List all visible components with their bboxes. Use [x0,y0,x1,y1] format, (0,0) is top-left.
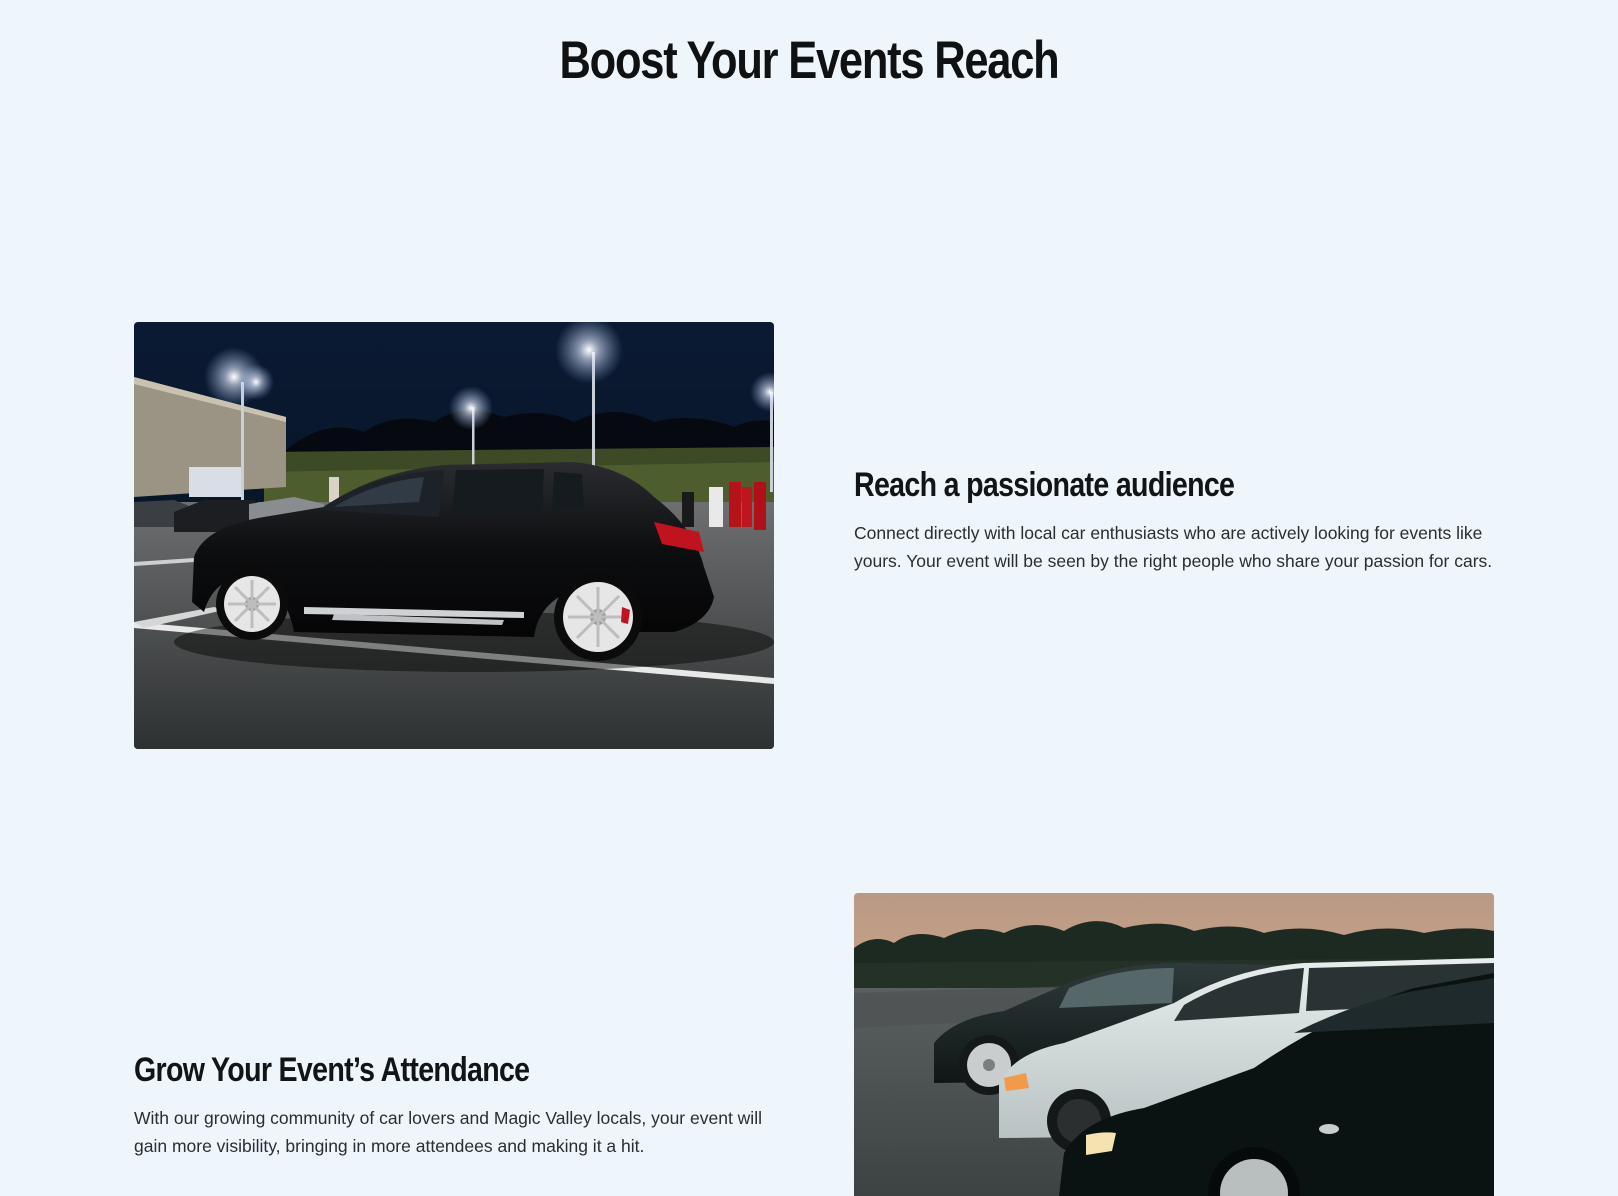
cars-sunset-photo [854,893,1494,1196]
feature-heading-audience: Reach a passionate audience [854,466,1235,504]
section-title: Boost Your Events Reach [559,31,1059,90]
feature-heading-attendance: Grow Your Event’s Attendance [134,1051,530,1089]
car-meet-night-photo [134,322,774,749]
feature-text-audience: Connect directly with local car enthusia… [854,523,1493,571]
feature-text-attendance: With our growing community of car lovers… [134,1108,762,1156]
